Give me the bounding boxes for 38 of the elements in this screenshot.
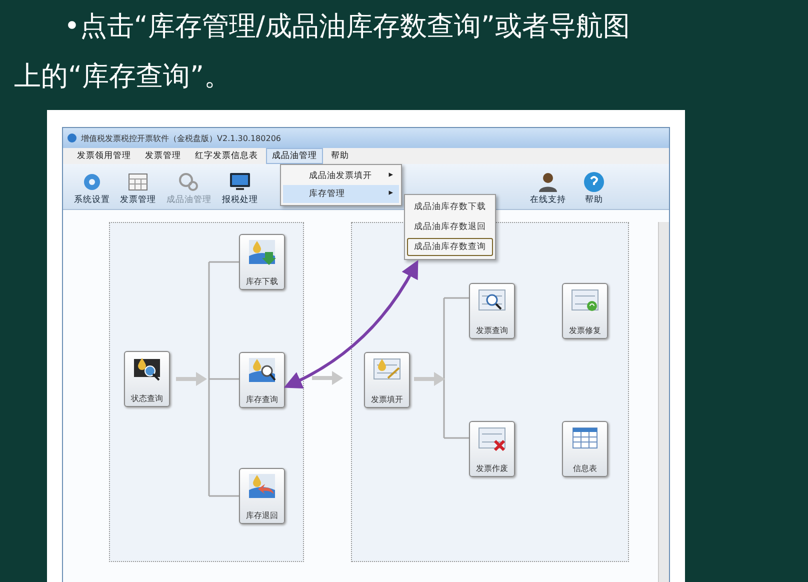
submenu-item[interactable]: 成品油库存数下载 <box>407 198 493 216</box>
menu-item[interactable]: 红字发票信息表 <box>189 148 264 164</box>
menu-item[interactable]: 帮助 <box>325 148 355 164</box>
person-icon <box>536 170 560 194</box>
menu-item[interactable]: 成品油管理 <box>266 148 323 164</box>
download-node-icon <box>247 238 277 266</box>
help-icon <box>582 170 606 194</box>
gears-icon <box>177 170 201 194</box>
nav-node[interactable]: 发票修复 <box>562 283 608 339</box>
void-node-icon <box>477 425 507 453</box>
slide-heading: 上的“库存查询”。 <box>13 60 232 94</box>
toolbar-button[interactable]: 报税处理 <box>217 170 263 206</box>
flow-arrow <box>312 371 344 385</box>
nav-node[interactable]: 发票查询 <box>469 283 515 339</box>
toolbar-button[interactable]: 在线支持 <box>525 170 571 206</box>
nav-node[interactable]: 信息表 <box>562 421 608 477</box>
submenu-item[interactable]: 成品油库存数退回 <box>407 218 493 236</box>
dropdown-item[interactable]: 成品油发票填开 ▸ <box>283 167 399 185</box>
toolbar-button[interactable]: 系统设置 <box>69 170 115 206</box>
nav-node[interactable]: 状态查询 <box>124 351 170 407</box>
search-node-icon <box>247 356 277 384</box>
nav-node[interactable]: 发票作废 <box>469 421 515 477</box>
toolbar-button[interactable]: 帮助 <box>571 170 617 206</box>
nav-node[interactable]: 库存退回 <box>239 468 285 524</box>
toolbar-button[interactable]: 发票管理 <box>115 170 161 206</box>
flow-arrow <box>176 372 208 386</box>
nav-node[interactable]: 库存下载 <box>239 234 285 290</box>
dropdown-item[interactable]: 库存管理 ▸ <box>283 185 399 203</box>
return-node-icon <box>247 472 277 500</box>
submenu-item[interactable]: 成品油库存数查询 <box>407 238 493 256</box>
window-title: 增值税发票税控开票软件（金税盘版）V2.1.30.180206 <box>81 132 281 144</box>
flow-arrow <box>414 372 446 386</box>
slide-heading: •点击“库存管理/成品油库存数查询”或者导航图 <box>63 10 631 44</box>
menu-item[interactable]: 发票领用管理 <box>71 148 137 164</box>
nav-node[interactable]: 库存查询 <box>239 352 285 408</box>
menu-item[interactable]: 发票管理 <box>139 148 187 164</box>
app-logo-icon <box>67 133 77 143</box>
nav-node[interactable]: 发票填开 <box>364 352 410 408</box>
